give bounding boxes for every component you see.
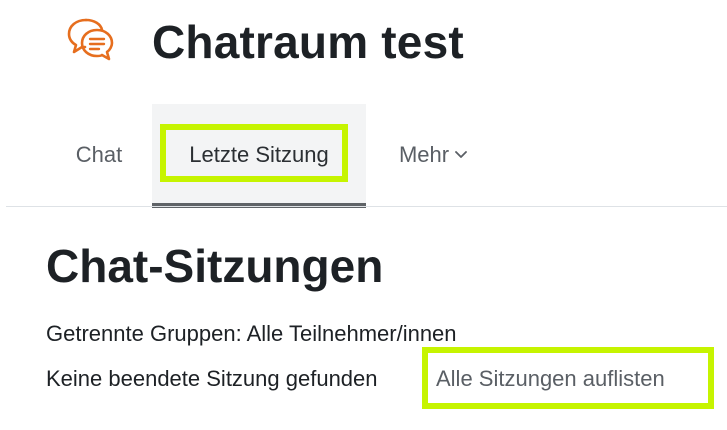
group-mode-info: Getrennte Gruppen: Alle Teilnehmer/innen (46, 321, 457, 346)
tab-last-session[interactable]: Letzte Sitzung (152, 104, 366, 208)
no-sessions-message: Keine beendete Sitzung gefunden (46, 366, 378, 391)
page: Chatraum test Chat Letzte Sitzung Mehr C… (0, 0, 727, 430)
tab-chat[interactable]: Chat (56, 104, 142, 206)
chat-bubbles-icon (67, 18, 114, 61)
page-title: Chatraum test (152, 16, 464, 68)
tab-last-session-label: Letzte Sitzung (189, 142, 329, 167)
tab-more[interactable]: Mehr (380, 104, 486, 206)
section-heading: Chat-Sitzungen (46, 240, 384, 292)
list-all-sessions-link[interactable]: Alle Sitzungen auflisten (436, 364, 665, 394)
chevron-down-icon (455, 151, 467, 158)
secondary-navigation: Chat Letzte Sitzung Mehr (0, 104, 727, 208)
tabs-divider (6, 206, 727, 207)
tab-more-label: Mehr (398, 142, 450, 167)
tab-chat-label: Chat (75, 142, 123, 167)
